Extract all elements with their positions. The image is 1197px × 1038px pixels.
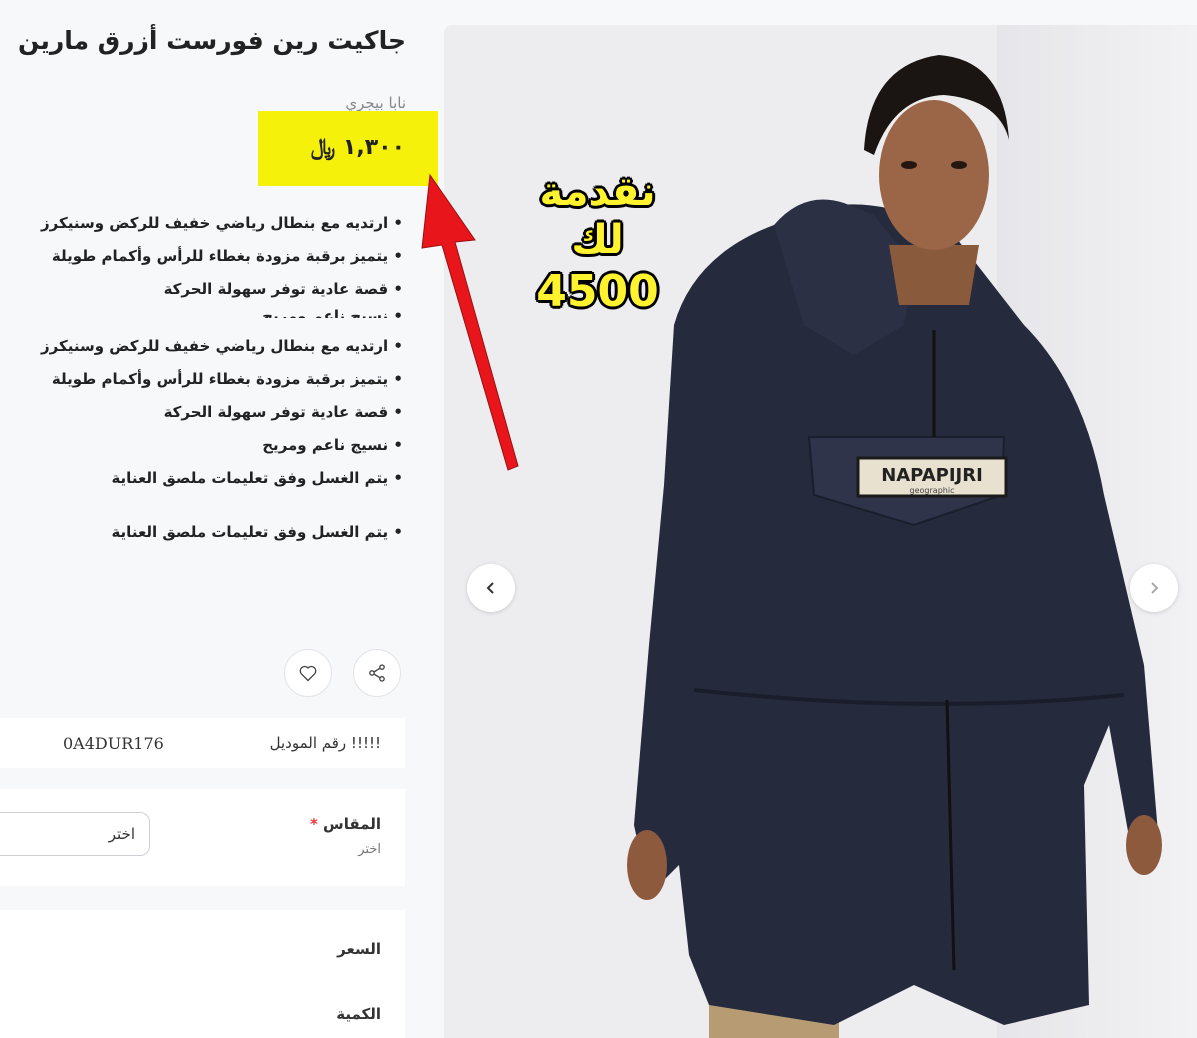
- annotation-arrow: [421, 173, 519, 471]
- feature-item: • يتميز برقبة مزودة بغطاء للرأس وأكمام ط…: [51, 370, 403, 388]
- wishlist-button[interactable]: [284, 649, 332, 697]
- feature-item: • قصة عادية توفر سهولة الحركة: [163, 280, 403, 298]
- chevron-right-icon: [1151, 582, 1159, 594]
- feature-item: • يتم الغسل وفق تعليمات ملصق العناية: [111, 469, 403, 487]
- feature-item: • ارتديه مع بنطال رياضي خفيف للركض وسنيك…: [41, 214, 403, 232]
- heart-icon: [299, 665, 317, 682]
- feature-item: • نسيج ناعم ومريح: [262, 436, 403, 454]
- feature-item: • يتميز برقبة مزودة بغطاء للرأس وأكمام ط…: [51, 247, 403, 265]
- required-mark: *: [309, 815, 318, 833]
- carousel-prev-button[interactable]: [467, 564, 515, 612]
- model-number-value: 0A4DUR176: [63, 734, 164, 753]
- size-hint: اختر: [358, 842, 381, 857]
- feature-item: • يتم الغسل وفق تعليمات ملصق العناية: [111, 523, 403, 541]
- feature-item: • قصة عادية توفر سهولة الحركة: [163, 403, 403, 421]
- size-label: المقاس *: [310, 815, 381, 833]
- size-label-text: المقاس: [323, 815, 381, 833]
- product-title: جاكيت رين فورست أزرق مارين: [17, 26, 406, 55]
- share-button[interactable]: [353, 649, 401, 697]
- feature-item-clipped: • نسيج ناعم ومريح: [262, 307, 403, 318]
- share-icon: [369, 664, 385, 682]
- feature-list: • ارتديه مع بنطال رياضي خفيف للركض وسنيك…: [23, 207, 403, 549]
- logo-subtext: geographic: [910, 486, 955, 495]
- summary-price-label: السعر: [337, 940, 381, 958]
- logo-text: NAPAPIJRI: [881, 465, 983, 486]
- chevron-left-icon: [486, 582, 494, 594]
- product-price: ١,٣٠٠ ﷼: [310, 135, 405, 160]
- size-select[interactable]: اختر: [0, 812, 150, 856]
- product-brand[interactable]: نابا بيجري: [345, 94, 406, 112]
- summary-quantity-label: الكمية: [336, 1005, 381, 1023]
- feature-item: • ارتديه مع بنطال رياضي خفيف للركض وسنيك…: [41, 337, 403, 355]
- model-number-label: !!!!! رقم الموديل: [269, 734, 381, 752]
- carousel-next-button[interactable]: [1130, 564, 1178, 612]
